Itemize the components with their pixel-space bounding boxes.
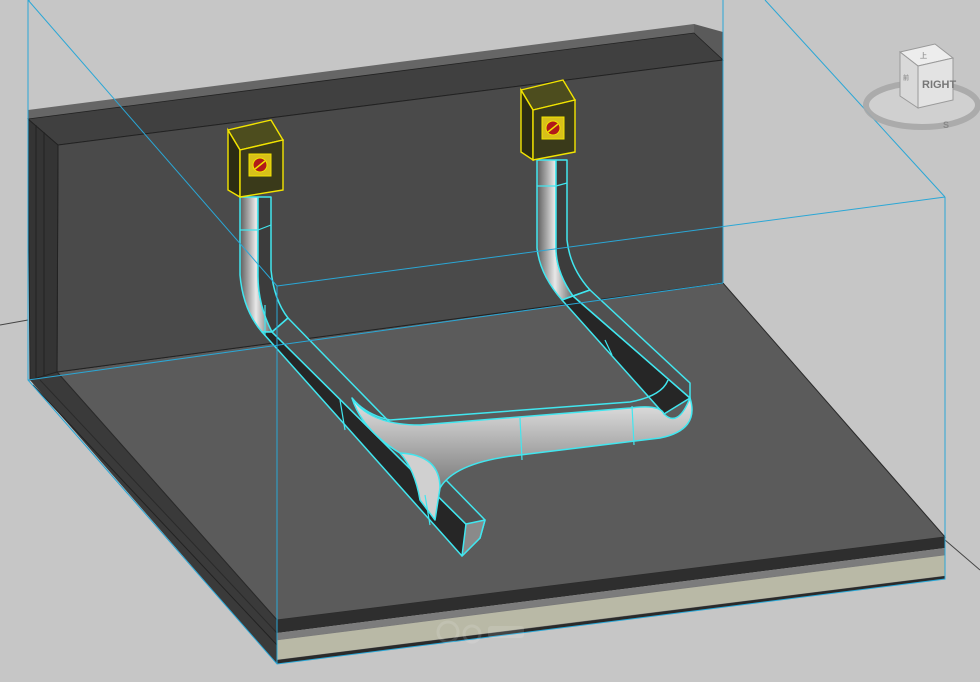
model-view[interactable]: RIGHT 上 前 S bbox=[0, 0, 980, 682]
junction-box-left[interactable] bbox=[226, 119, 285, 199]
junction-box-right[interactable] bbox=[519, 79, 577, 162]
viewcube-front-label: 前 bbox=[903, 74, 909, 82]
viewcube-right-label: RIGHT bbox=[922, 79, 957, 91]
viewcube-compass-label: S bbox=[943, 120, 949, 130]
viewcube-top-label: 上 bbox=[920, 51, 927, 60]
3d-viewport[interactable]: RIGHT 上 前 S bbox=[0, 0, 980, 682]
viewcube[interactable]: RIGHT 上 前 S bbox=[863, 43, 980, 130]
